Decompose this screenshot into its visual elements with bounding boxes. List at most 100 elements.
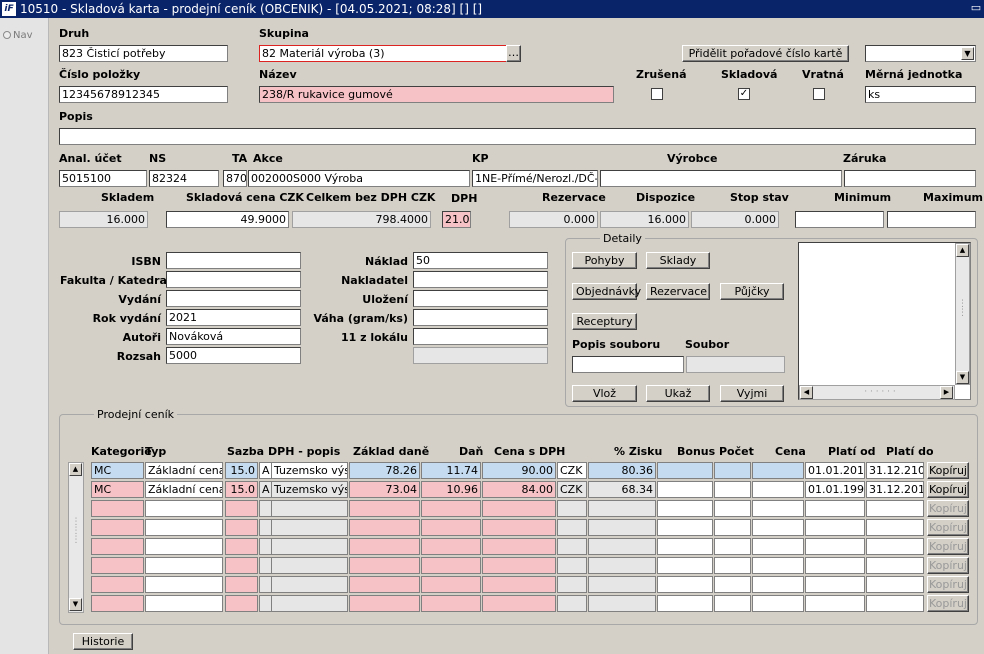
cell-zaklad[interactable]: 73.04 — [349, 481, 420, 498]
fakulta-field[interactable] — [166, 271, 301, 288]
ns-field[interactable]: 82324 — [149, 170, 219, 187]
cell-typ[interactable] — [145, 557, 223, 574]
cell-kategorie[interactable] — [91, 538, 144, 555]
scroll-up-icon[interactable]: ▲ — [69, 463, 82, 476]
cell-sazba[interactable] — [225, 557, 258, 574]
kopiruj-button[interactable]: Kopíruj — [927, 519, 969, 536]
cell-plati-do[interactable] — [866, 557, 924, 574]
cell-zaklad[interactable] — [349, 538, 420, 555]
kopiruj-button[interactable]: Kopíruj — [927, 500, 969, 517]
scroll-grip-icon[interactable]: ⋮ ⋮ ⋮ — [69, 518, 83, 545]
kopiruj-button[interactable]: Kopíruj — [927, 576, 969, 593]
cell-plati-od[interactable]: 01.01.2015 — [805, 462, 865, 479]
pujcky-button[interactable]: Půjčky — [720, 283, 784, 300]
skupina-browse-button[interactable]: … — [506, 45, 521, 62]
kopiruj-button[interactable]: Kopíruj — [927, 595, 969, 612]
cell-cena[interactable] — [752, 481, 804, 498]
cell-pocet[interactable] — [714, 519, 751, 536]
cell-dph-popis[interactable] — [271, 576, 348, 593]
cell-kategorie[interactable]: MC — [91, 462, 144, 479]
nakladatel-field[interactable] — [413, 271, 548, 288]
cell-sazba[interactable]: 15.0 — [225, 462, 258, 479]
cell-zisk[interactable]: 68.34 — [588, 481, 656, 498]
cell-dph-popis[interactable]: Tuzemsko výst — [271, 481, 348, 498]
cell-cena-s-dph[interactable] — [482, 519, 556, 536]
cell-mena[interactable] — [557, 538, 587, 555]
kopiruj-button[interactable]: Kopíruj — [927, 538, 969, 555]
cell-mena[interactable] — [557, 557, 587, 574]
cell-dan[interactable] — [421, 576, 481, 593]
ukaz-button[interactable]: Ukaž — [646, 385, 710, 402]
cell-sazba[interactable] — [225, 595, 258, 612]
cell-bonus[interactable] — [657, 557, 713, 574]
kopiruj-button[interactable]: Kopíruj — [927, 557, 969, 574]
rezervace-button[interactable]: Rezervace — [646, 283, 710, 300]
cell-dph-popis[interactable]: Tuzemsko výst — [271, 462, 348, 479]
naklad-field[interactable]: 50 — [413, 252, 548, 269]
receptury-button[interactable]: Receptury — [572, 313, 637, 330]
objednavky-button[interactable]: Objednávky — [572, 283, 641, 300]
cell-zaklad[interactable]: 78.26 — [349, 462, 420, 479]
cell-plati-od[interactable] — [805, 538, 865, 555]
autori-field[interactable]: Nováková — [166, 328, 301, 345]
cell-bonus[interactable] — [657, 519, 713, 536]
cell-pocet[interactable] — [714, 500, 751, 517]
nazev-field[interactable]: 238/R rukavice gumové — [259, 86, 614, 103]
minimum-field[interactable] — [795, 211, 884, 228]
scroll-left-icon[interactable]: ◀ — [800, 386, 813, 399]
vaha-field[interactable] — [413, 309, 548, 326]
cell-bonus[interactable] — [657, 595, 713, 612]
cell-pocet[interactable] — [714, 557, 751, 574]
cell-dph-popis[interactable] — [271, 557, 348, 574]
vyrobce-field[interactable] — [600, 170, 842, 187]
file-preview-area[interactable] — [798, 242, 971, 400]
rok-vydani-field[interactable]: 2021 — [166, 309, 301, 326]
druh-field[interactable]: 823 Čisticí potřeby — [59, 45, 228, 62]
skladova-checkbox[interactable]: ✓ — [738, 88, 750, 100]
cell-typ[interactable]: Základní cena — [145, 462, 223, 479]
cell-pocet[interactable] — [714, 576, 751, 593]
cell-zaklad[interactable] — [349, 500, 420, 517]
cell-zaklad[interactable] — [349, 557, 420, 574]
cell-mena[interactable] — [557, 519, 587, 536]
cell-bonus[interactable] — [657, 538, 713, 555]
cell-typ[interactable] — [145, 538, 223, 555]
cell-typ[interactable] — [145, 595, 223, 612]
cell-dan[interactable]: 11.74 — [421, 462, 481, 479]
right-dropdown[interactable]: ▼ — [865, 45, 976, 62]
cislo-polozky-field[interactable]: 12345678912345 — [59, 86, 228, 103]
cell-zisk[interactable] — [588, 500, 656, 517]
cell-kategorie[interactable] — [91, 519, 144, 536]
kopiruj-button[interactable]: Kopíruj — [927, 481, 969, 498]
cell-plati-do[interactable] — [866, 500, 924, 517]
chevron-down-icon[interactable]: ▼ — [961, 47, 974, 60]
cell-zisk[interactable] — [588, 595, 656, 612]
cell-zisk[interactable] — [588, 576, 656, 593]
cell-bonus[interactable] — [657, 481, 713, 498]
assign-number-button[interactable]: Přidělit pořadové číslo kartě — [682, 45, 849, 62]
rozsah-field[interactable]: 5000 — [166, 347, 301, 364]
cell-dph-popis[interactable] — [271, 500, 348, 517]
pohyby-button[interactable]: Pohyby — [572, 252, 637, 269]
cell-sazba[interactable] — [225, 538, 258, 555]
kopiruj-button[interactable]: Kopíruj — [927, 462, 969, 479]
cell-bonus[interactable] — [657, 500, 713, 517]
cell-plati-od[interactable] — [805, 500, 865, 517]
historie-button[interactable]: Historie — [73, 633, 133, 650]
dph-field[interactable]: 21.0 — [442, 211, 471, 228]
nav-radio[interactable]: Nav — [3, 30, 33, 41]
cell-pocet[interactable] — [714, 538, 751, 555]
cell-mena[interactable] — [557, 576, 587, 593]
popis-souboru-field[interactable] — [572, 356, 684, 373]
vratna-checkbox[interactable] — [813, 88, 825, 100]
cell-plati-od[interactable] — [805, 519, 865, 536]
cell-zaklad[interactable] — [349, 595, 420, 612]
cell-cena-s-dph[interactable] — [482, 576, 556, 593]
ta-field[interactable]: 870 — [223, 170, 247, 187]
cell-mena[interactable]: CZK — [557, 462, 587, 479]
skladova-cena-field[interactable]: 49.9000 — [166, 211, 289, 228]
cell-zaklad[interactable] — [349, 519, 420, 536]
scroll-down-icon[interactable]: ▼ — [69, 598, 82, 611]
scroll-down-icon[interactable]: ▼ — [956, 371, 969, 384]
cell-sazba[interactable] — [225, 519, 258, 536]
